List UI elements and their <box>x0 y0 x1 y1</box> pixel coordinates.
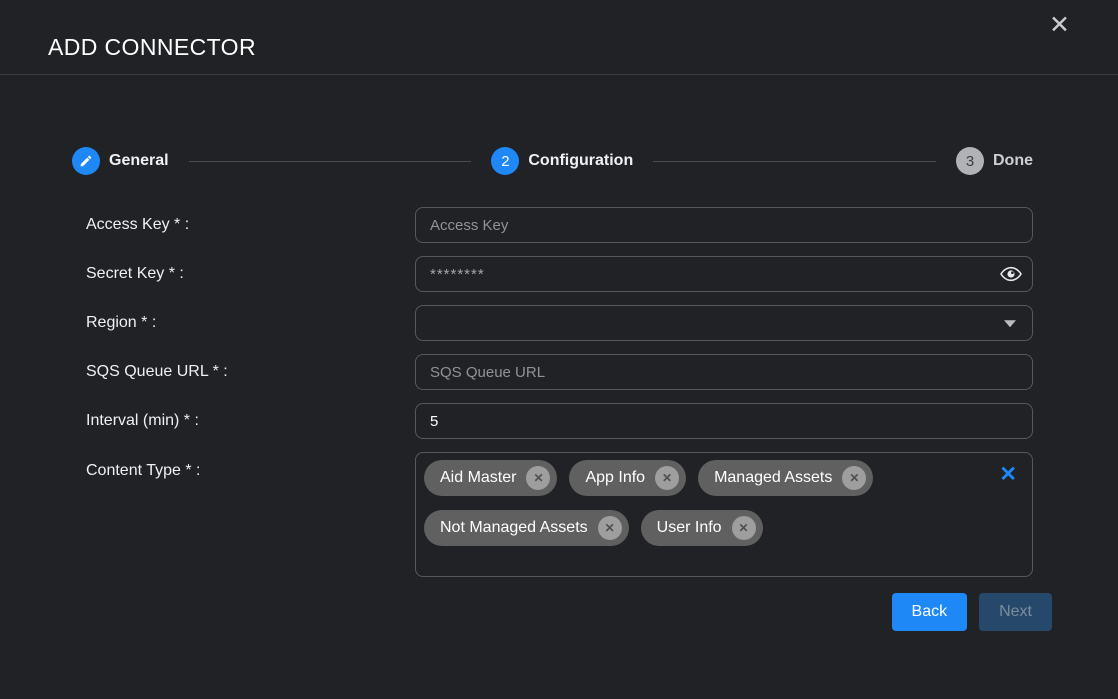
add-connector-modal: ADD CONNECTOR ✕ General 2 Configuration … <box>0 0 1118 699</box>
sqs-queue-url-row: SQS Queue URL * : <box>72 354 1033 390</box>
step-done-circle: 3 <box>956 147 984 175</box>
secret-key-row: Secret Key * : <box>72 256 1033 292</box>
caret-down-icon <box>1004 320 1016 327</box>
close-icon[interactable]: ✕ <box>1049 13 1070 38</box>
interval-row: Interval (min) * : <box>72 403 1033 439</box>
content-type-row: Content Type * : Aid Master ✕ App Info ✕… <box>72 452 1033 577</box>
step-done[interactable]: 3 Done <box>956 147 1033 175</box>
access-key-row: Access Key * : <box>72 207 1033 243</box>
content-type-chip: Not Managed Assets ✕ <box>424 510 629 546</box>
region-label: Region * : <box>86 314 415 332</box>
region-row: Region * : <box>72 305 1033 341</box>
content-type-chip-list: Aid Master ✕ App Info ✕ Managed Assets ✕… <box>424 460 980 546</box>
content-type-chip: Managed Assets ✕ <box>698 460 873 496</box>
footer-actions: Back Next <box>72 593 1052 631</box>
sqs-queue-url-input[interactable] <box>415 354 1033 390</box>
chip-label: Aid Master <box>440 469 516 487</box>
step-configuration-circle: 2 <box>491 147 519 175</box>
chip-remove-icon[interactable]: ✕ <box>732 516 756 540</box>
content-type-chip: App Info ✕ <box>569 460 686 496</box>
chip-label: Not Managed Assets <box>440 519 588 537</box>
content-type-chip: User Info ✕ <box>641 510 763 546</box>
step-general-circle <box>72 147 100 175</box>
chip-label: App Info <box>585 469 645 487</box>
pencil-icon <box>79 154 93 168</box>
eye-icon[interactable] <box>1000 267 1022 282</box>
next-button[interactable]: Next <box>979 593 1052 631</box>
modal-header: ADD CONNECTOR ✕ <box>0 0 1118 75</box>
secret-key-input[interactable] <box>415 256 1033 292</box>
step-connector <box>653 161 936 162</box>
step-general-label: General <box>109 152 169 170</box>
step-configuration-label: Configuration <box>528 152 633 170</box>
interval-input[interactable] <box>415 403 1033 439</box>
step-connector <box>189 161 472 162</box>
secret-key-label: Secret Key * : <box>86 265 415 283</box>
back-button[interactable]: Back <box>892 593 968 631</box>
chip-label: Managed Assets <box>714 469 832 487</box>
step-configuration[interactable]: 2 Configuration <box>491 147 633 175</box>
modal-title: ADD CONNECTOR <box>48 33 256 61</box>
chip-remove-icon[interactable]: ✕ <box>655 466 679 490</box>
chip-remove-icon[interactable]: ✕ <box>842 466 866 490</box>
step-general[interactable]: General <box>72 147 169 175</box>
content-type-label: Content Type * : <box>86 452 415 480</box>
region-select[interactable] <box>415 305 1033 341</box>
access-key-label: Access Key * : <box>86 216 415 234</box>
interval-label: Interval (min) * : <box>86 412 415 430</box>
sqs-queue-url-label: SQS Queue URL * : <box>86 363 415 381</box>
content-type-chip: Aid Master ✕ <box>424 460 557 496</box>
clear-selection-icon[interactable]: ✕ <box>999 464 1017 485</box>
access-key-input[interactable] <box>415 207 1033 243</box>
chip-remove-icon[interactable]: ✕ <box>598 516 622 540</box>
modal-body: General 2 Configuration 3 Done Access Ke… <box>0 147 1118 631</box>
chip-remove-icon[interactable]: ✕ <box>526 466 550 490</box>
chip-label: User Info <box>657 519 722 537</box>
step-done-label: Done <box>993 152 1033 170</box>
content-type-multiselect[interactable]: Aid Master ✕ App Info ✕ Managed Assets ✕… <box>415 452 1033 577</box>
configuration-form: Access Key * : Secret Key * : <box>72 207 1033 577</box>
wizard-stepper: General 2 Configuration 3 Done <box>72 147 1033 175</box>
